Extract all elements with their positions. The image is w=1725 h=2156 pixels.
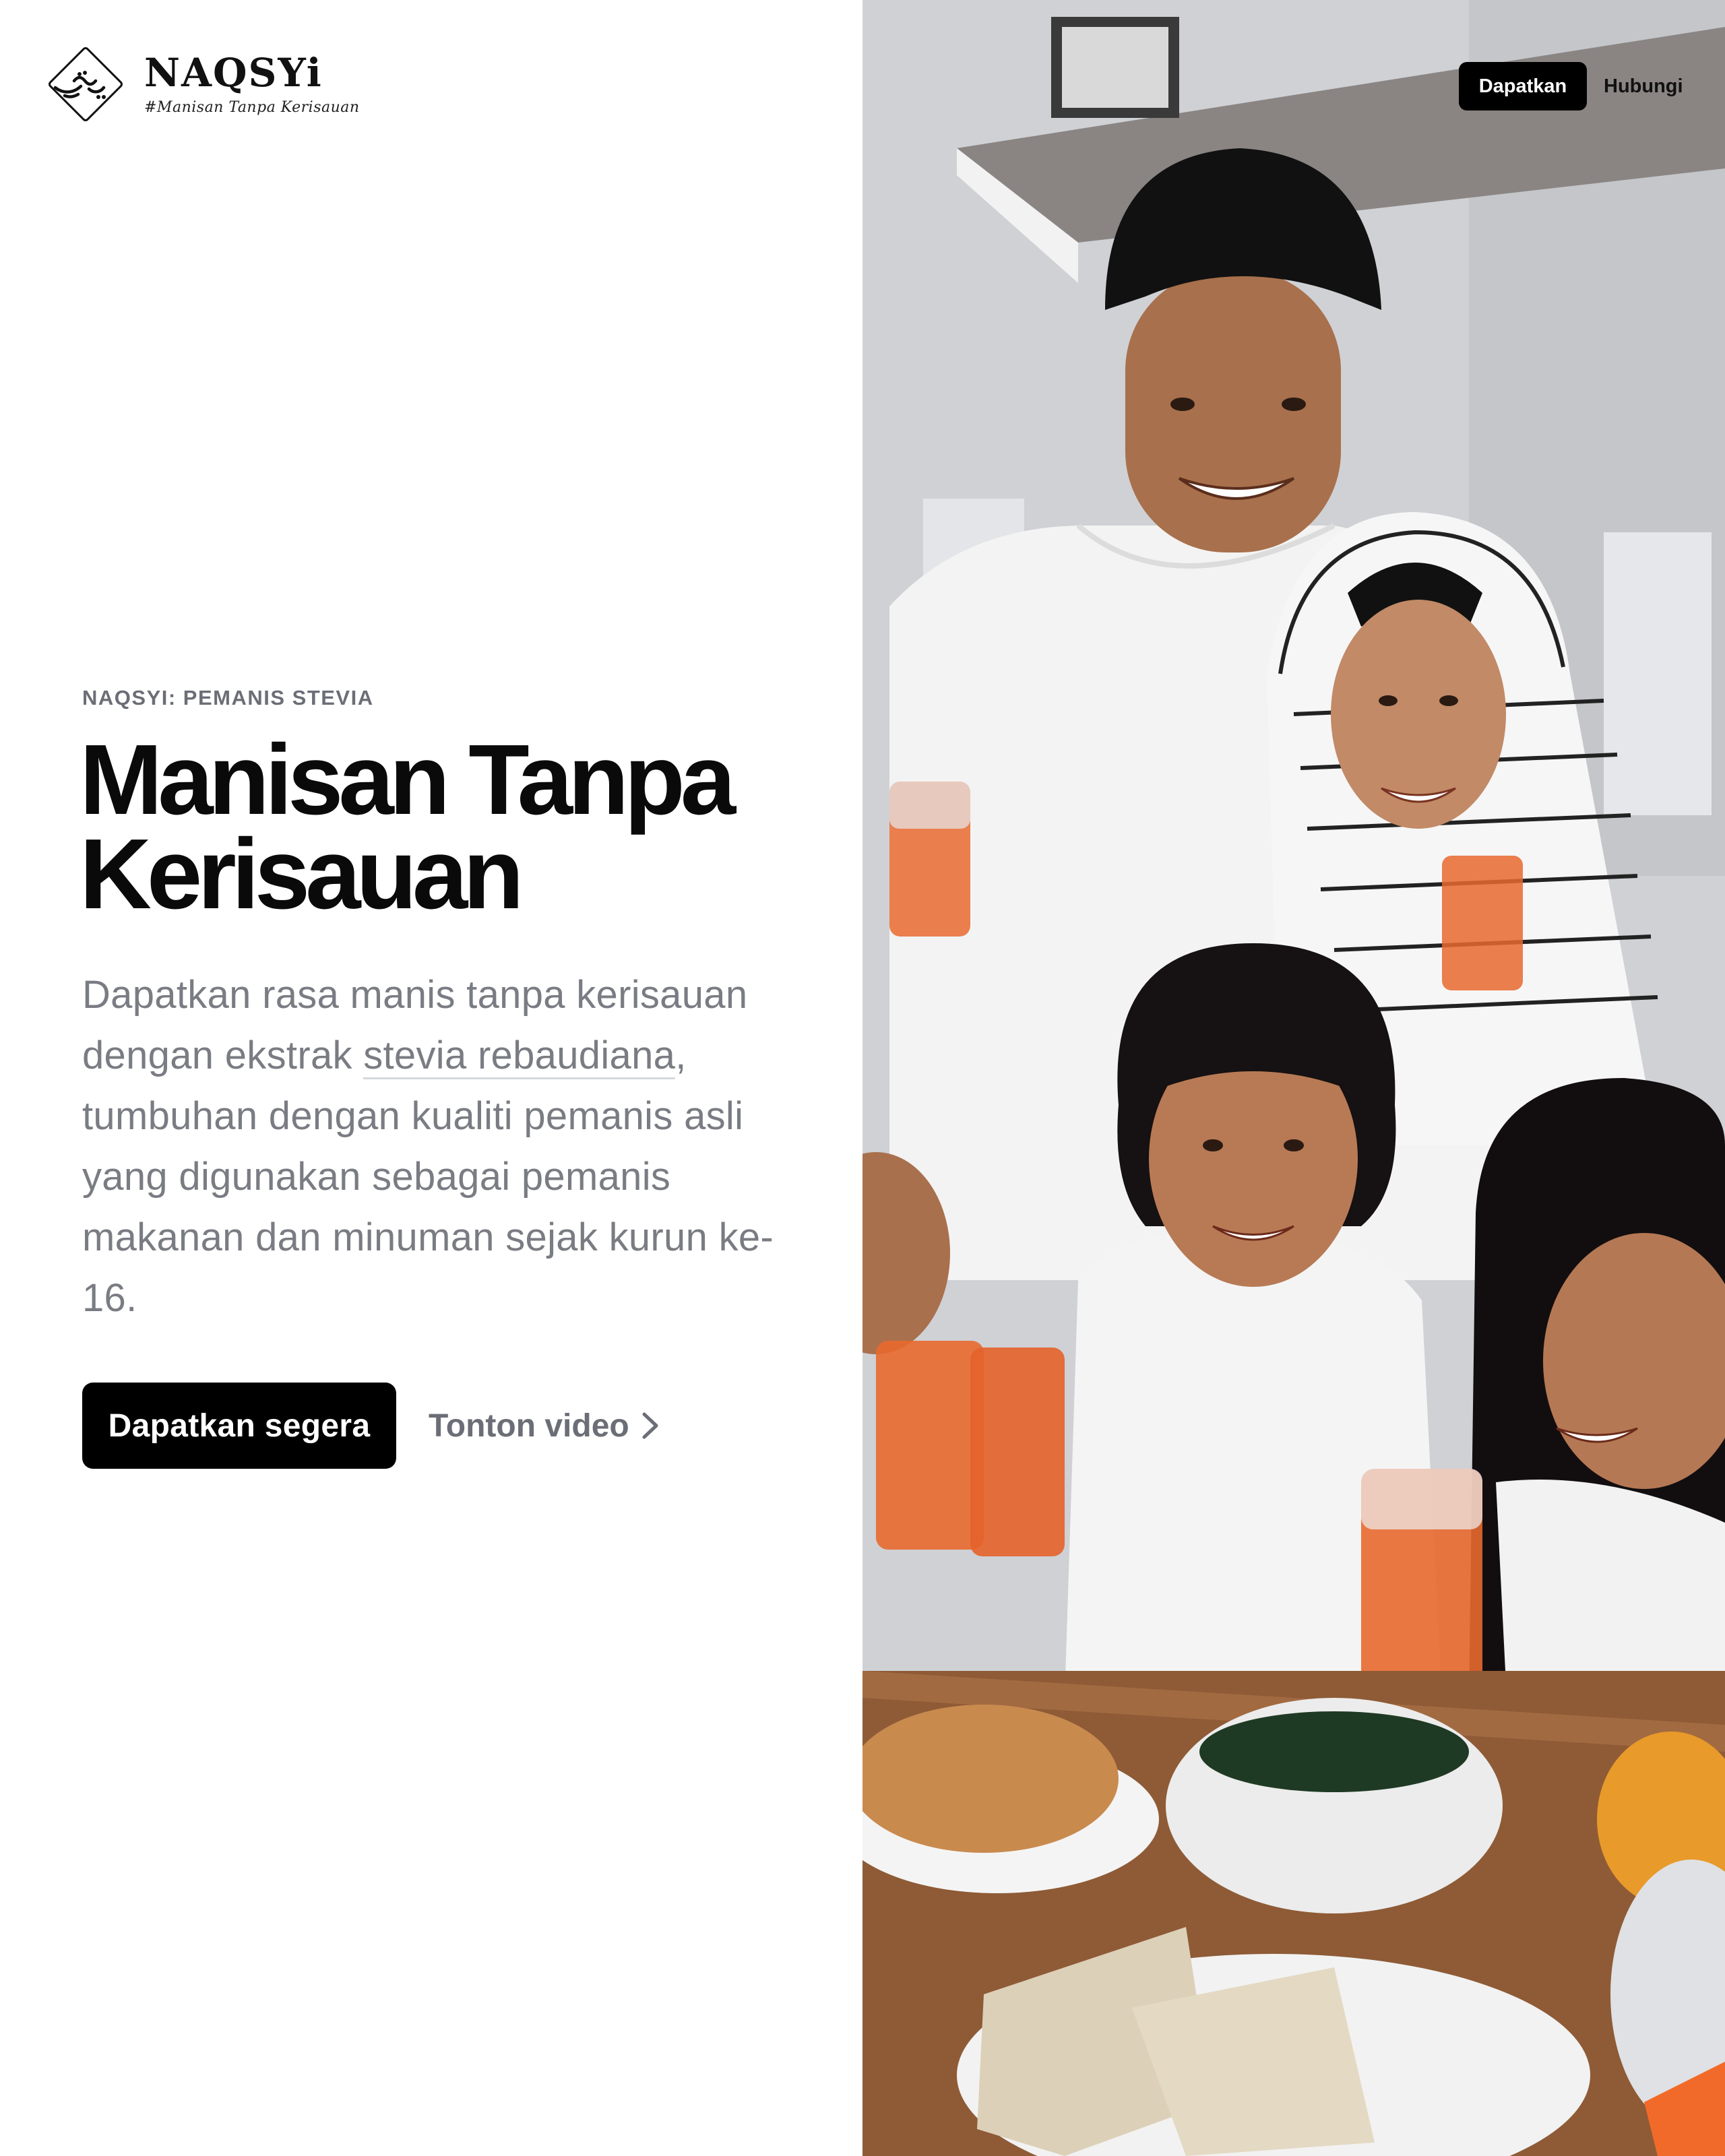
logo-text: NAQSYi #Manisan Tanpa Kerisauan <box>144 53 360 116</box>
hero-description: Dapatkan rasa manis tanpa kerisauan deng… <box>82 965 796 1329</box>
watch-video-link[interactable]: Tonton video <box>429 1383 660 1469</box>
hero-title-line-2: Kerisauan <box>80 819 524 930</box>
landing-page: NAQSYi #Manisan Tanpa Kerisauan NAQSYI: … <box>0 0 1725 2156</box>
nav-contact-link[interactable]: Hubungi <box>1604 62 1683 110</box>
hero-eyebrow: NAQSYI: PEMANIS STEVIA <box>82 686 374 709</box>
hero-content: NAQSYi #Manisan Tanpa Kerisauan NAQSYI: … <box>0 0 862 2156</box>
logo-diamond-icon <box>42 40 129 128</box>
top-nav: Dapatkan Hubungi <box>862 62 1725 110</box>
brand-tagline: #Manisan Tanpa Kerisauan <box>144 98 360 116</box>
watch-video-label: Tonton video <box>429 1407 629 1444</box>
brand-logo-link[interactable]: NAQSYi #Manisan Tanpa Kerisauan <box>42 40 360 128</box>
family-photo-illustration <box>862 0 1725 2156</box>
nav-get-button[interactable]: Dapatkan <box>1459 62 1587 110</box>
get-now-button[interactable]: Dapatkan segera <box>82 1383 396 1469</box>
stevia-link[interactable]: stevia rebaudiana <box>363 1034 676 1079</box>
brand-name: NAQSYi <box>144 49 323 96</box>
hero-image: Dapatkan Hubungi <box>862 0 1725 2156</box>
hero-title: Manisan Tanpa Kerisauan <box>80 730 834 924</box>
chevron-right-icon <box>640 1410 660 1441</box>
